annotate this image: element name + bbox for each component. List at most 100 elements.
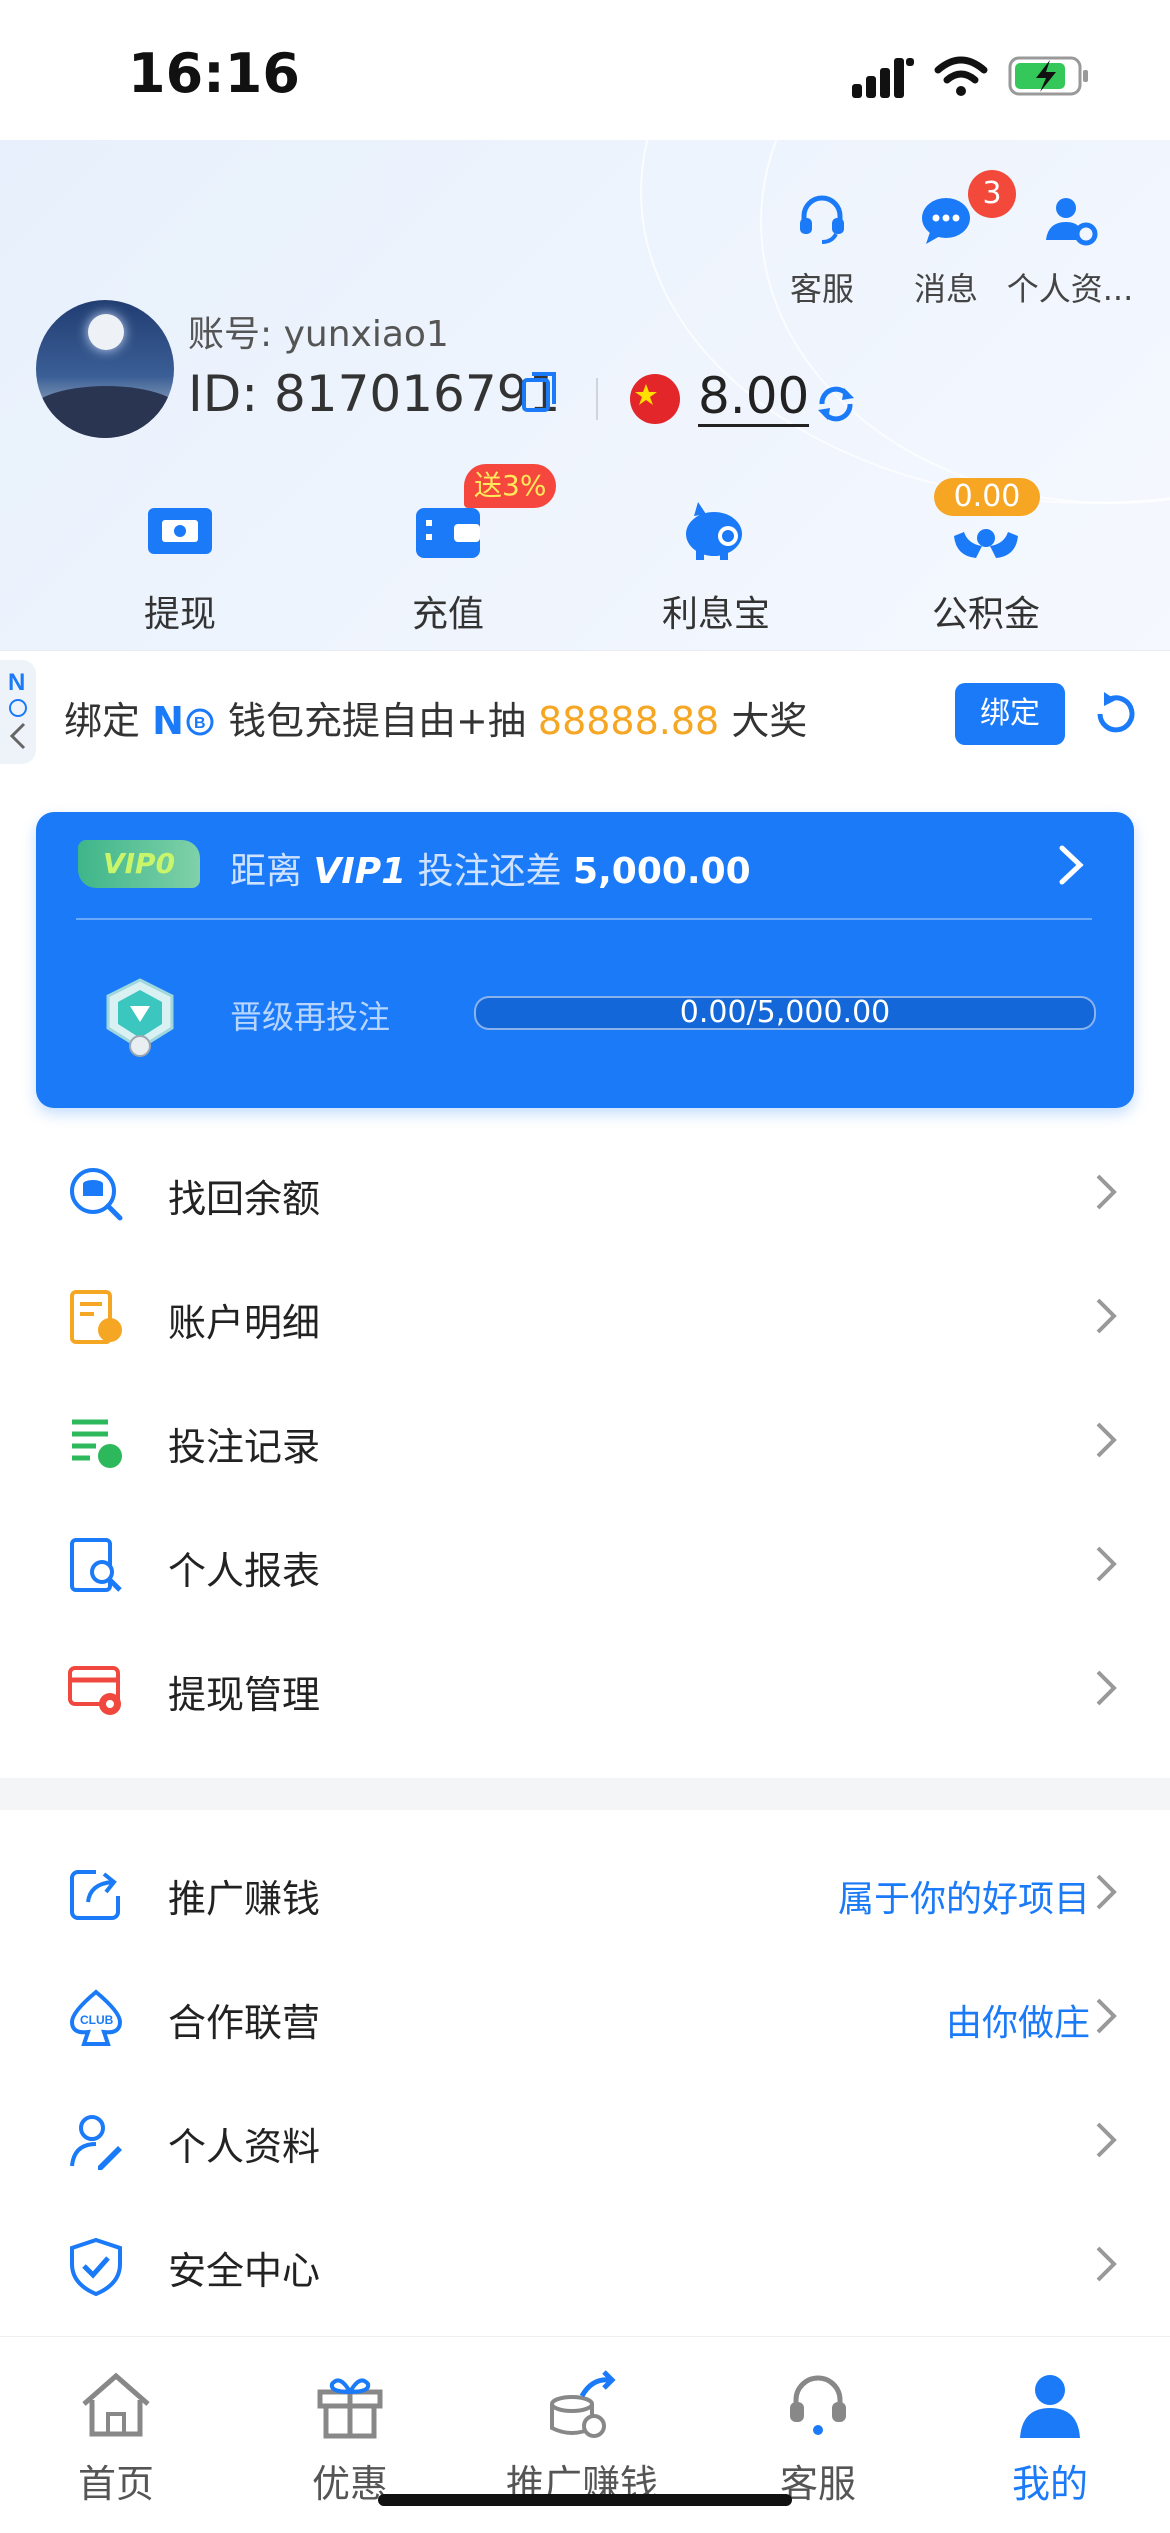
withdraw-ticket-icon [148,508,212,554]
tab-customer-service[interactable]: 客服 [708,2370,928,2508]
home-icon [82,2372,150,2437]
vip-distance-text: 距离 VIP1 投注还差 5,000.00 [230,842,751,894]
menu-label: 推广赚钱 [168,1877,321,1921]
balance-amount: 8.00 [698,367,810,427]
chevron-right-icon [1096,2246,1117,2282]
bind-suffix: 大奖 [719,699,808,743]
shield-check-icon [70,2237,122,2296]
withdraw-button[interactable]: 提现 [80,496,280,637]
provident-fund-button[interactable]: 公积金 [886,496,1086,637]
menu-right-text: 由你做庄 [945,2003,1090,2044]
menu-label: 合作联营 [168,2001,321,2045]
tab-promote-earn[interactable]: 推广赚钱 [472,2370,692,2508]
coin-search-icon [70,1168,123,1221]
chevron-right-icon [1096,1546,1117,1582]
bind-prefix: 绑定 [64,699,153,743]
personal-info-button[interactable]: 个人资... [990,190,1150,310]
menu-label: 个人报表 [168,1549,321,1593]
coin-logo-icon: B [186,708,214,736]
svg-text:N: N [8,669,25,696]
chevron-right-icon [1096,1998,1117,2034]
svg-text:B: B [194,715,206,732]
bind-wallet-text: 绑定 NB 钱包充提自由+抽 88888.88 大奖 [64,690,807,745]
vip-divider [76,918,1092,920]
vip-next-level: VIP1 [313,851,407,892]
wifi-icon [934,56,988,96]
headset-icon [800,195,844,244]
vip-distance-prefix: 距离 [230,851,314,892]
vip-diamond-shield-icon [106,978,174,1057]
battery-charging-icon [1008,56,1088,96]
vip-progress-text: 0.00/5,000.00 [679,995,891,1030]
side-float-tab[interactable]: N [0,660,36,764]
interest-treasure-label: 利息宝 [661,594,770,635]
bind-middle: 钱包充提自由+抽 [215,699,538,743]
chevron-right-icon [1096,1174,1117,1210]
svg-text:CLUB: CLUB [80,2013,114,2027]
menu-label: 账户明细 [168,1301,321,1345]
section-divider [0,1778,1170,1810]
withdraw-settings-icon [68,1666,121,1715]
chevron-right-icon [1096,2122,1117,2158]
jackpot-amount: 88888.88 [537,699,720,743]
user-settings-icon [1046,198,1098,246]
cellular-signal-icon [852,58,914,98]
tab-promotions[interactable]: 优惠 [240,2370,460,2508]
n-wallet-logo: N [152,699,184,743]
vip-distance-mid: 投注还差 [406,851,574,892]
menu-label: 安全中心 [168,2249,321,2293]
user-id: ID: 817016791 [188,365,561,423]
account-detail-icon [70,1290,122,1344]
menu-personal-report[interactable]: 个人报表 [0,1502,1170,1626]
interest-treasure-button[interactable]: 利息宝 [616,496,816,637]
bind-button[interactable]: 绑定 [955,683,1065,745]
home-indicator [378,2494,792,2506]
avatar[interactable] [36,300,174,438]
tab-home[interactable]: 首页 [6,2370,226,2508]
chevron-right-icon [1096,1298,1117,1334]
chevron-right-icon [1096,1670,1117,1706]
menu-withdraw-management[interactable]: 提现管理 [0,1626,1170,1750]
menu-account-details[interactable]: 账户明细 [0,1254,1170,1378]
headset-icon [790,2375,846,2435]
upgrade-label: 晋级再投注 [230,998,391,1036]
bet-record-icon [72,1419,122,1468]
vip-progress-bar: 0.00/5,000.00 [474,996,1096,1030]
status-time: 16:16 [128,42,300,105]
vip-distance-amount: 5,000.00 [573,851,751,892]
tab-label: 我的 [1011,2462,1088,2506]
provident-fund-label: 公积金 [931,594,1040,635]
tab-mine[interactable]: 我的 [940,2370,1160,2508]
refresh-balance-icon[interactable] [814,382,858,426]
menu-label: 投注记录 [168,1425,321,1469]
menu-right-text: 属于你的好项目 [837,1879,1090,1920]
chevron-right-icon [1096,1422,1117,1458]
withdraw-label: 提现 [143,594,216,635]
vip-level-badge: VIP0 [78,840,200,888]
menu-label: 提现管理 [168,1673,321,1717]
menu-promote-earn[interactable]: 推广赚钱 属于你的好项目 [0,1830,1170,1954]
tab-label: 首页 [77,2462,154,2506]
status-bar: 16:16 [0,0,1170,140]
promote-coins-icon [550,2370,616,2438]
gift-icon [317,2378,383,2439]
menu-partnership[interactable]: CLUB 合作联营 由你做庄 [0,1954,1170,2078]
recharge-label: 充值 [411,594,484,635]
share-icon [70,1870,120,1920]
menu-personal-info[interactable]: 个人资料 [0,2078,1170,2202]
piggy-bank-icon [686,502,742,560]
provident-fund-badge: 0.00 [934,478,1040,516]
menu-bet-records[interactable]: 投注记录 [0,1378,1170,1502]
user-icon [1020,2375,1080,2438]
report-search-icon [70,1538,122,1592]
menu-recover-balance[interactable]: 找回余额 [0,1130,1170,1254]
china-flag-icon [630,374,680,424]
copy-icon[interactable] [520,370,562,416]
user-edit-icon [70,2115,122,2170]
recharge-button[interactable]: 充值 [348,496,548,637]
menu-label: 找回余额 [168,1177,321,1221]
refresh-icon[interactable] [1090,688,1142,740]
chevron-right-icon [1096,1874,1117,1910]
menu-security-center[interactable]: 安全中心 [0,2202,1170,2326]
chevron-left-icon: N [8,669,27,750]
